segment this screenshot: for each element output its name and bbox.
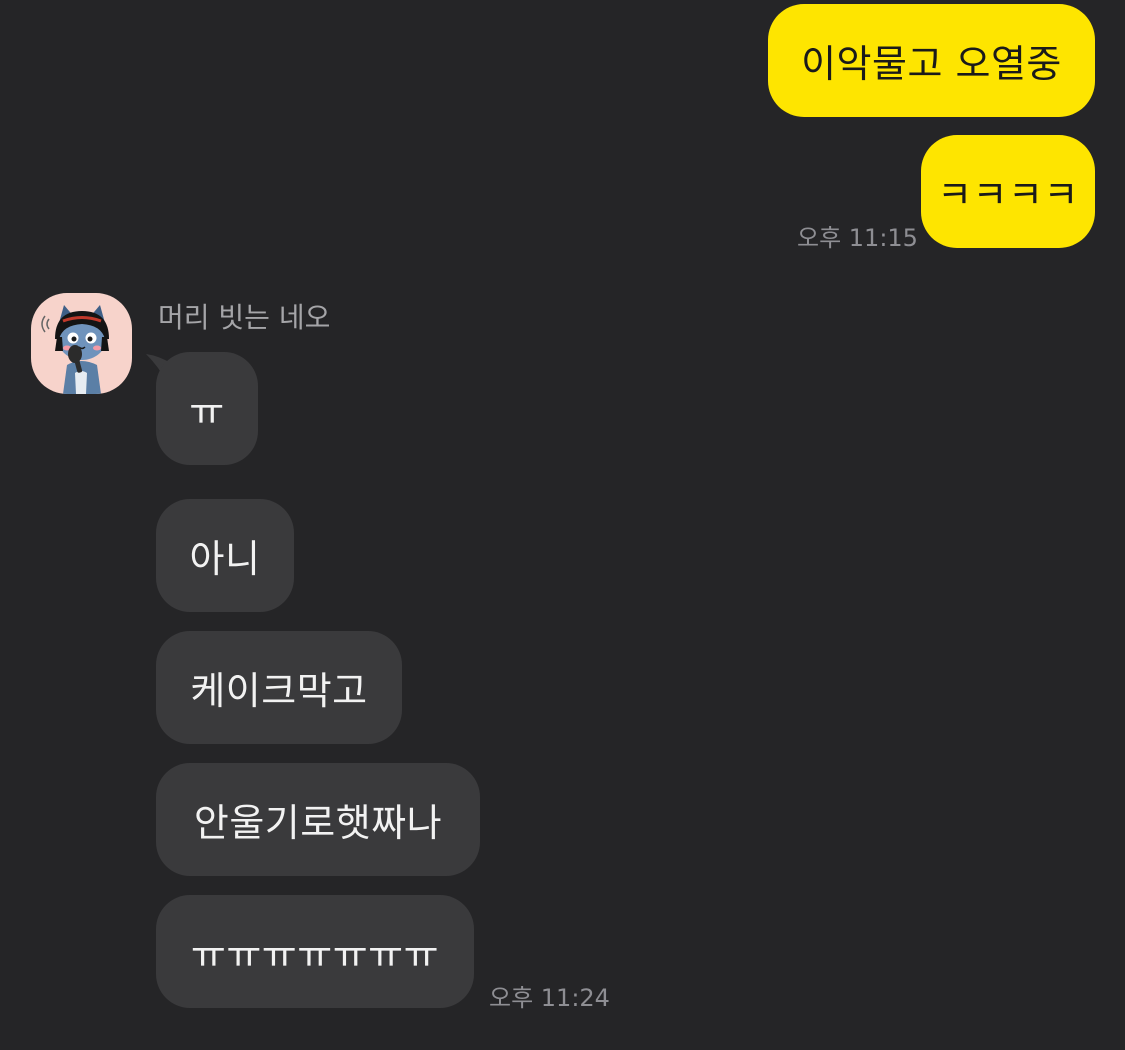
incoming-message[interactable]: 안울기로햇짜나 — [156, 763, 480, 876]
incoming-message[interactable]: 케이크막고 — [156, 631, 402, 744]
outgoing-message[interactable]: 이악물고 오열중 — [768, 4, 1095, 117]
message-timestamp: 오후 11:24 — [489, 984, 610, 1012]
neo-avatar-icon — [41, 305, 109, 394]
message-timestamp: 오후 11:15 — [797, 224, 918, 252]
message-text: 케이크막고 — [190, 669, 368, 713]
outgoing-message[interactable]: ㅋㅋㅋㅋ — [921, 135, 1095, 248]
message-text: ㅠㅠㅠㅠㅠㅠㅠ — [190, 933, 440, 977]
incoming-message[interactable]: ㅠㅠㅠㅠㅠㅠㅠ — [156, 895, 474, 1008]
sender-avatar[interactable] — [31, 293, 132, 394]
message-text: 아니 — [189, 537, 261, 581]
message-text: 이악물고 오열중 — [801, 42, 1062, 86]
message-text: ㅠ — [189, 390, 225, 434]
incoming-message[interactable]: ㅠ — [156, 352, 258, 465]
message-text: 안울기로햇짜나 — [193, 801, 443, 845]
message-text: ㅋㅋㅋㅋ — [937, 173, 1079, 217]
incoming-message[interactable]: 아니 — [156, 499, 294, 612]
sender-name: 머리 빗는 네오 — [158, 301, 331, 334]
